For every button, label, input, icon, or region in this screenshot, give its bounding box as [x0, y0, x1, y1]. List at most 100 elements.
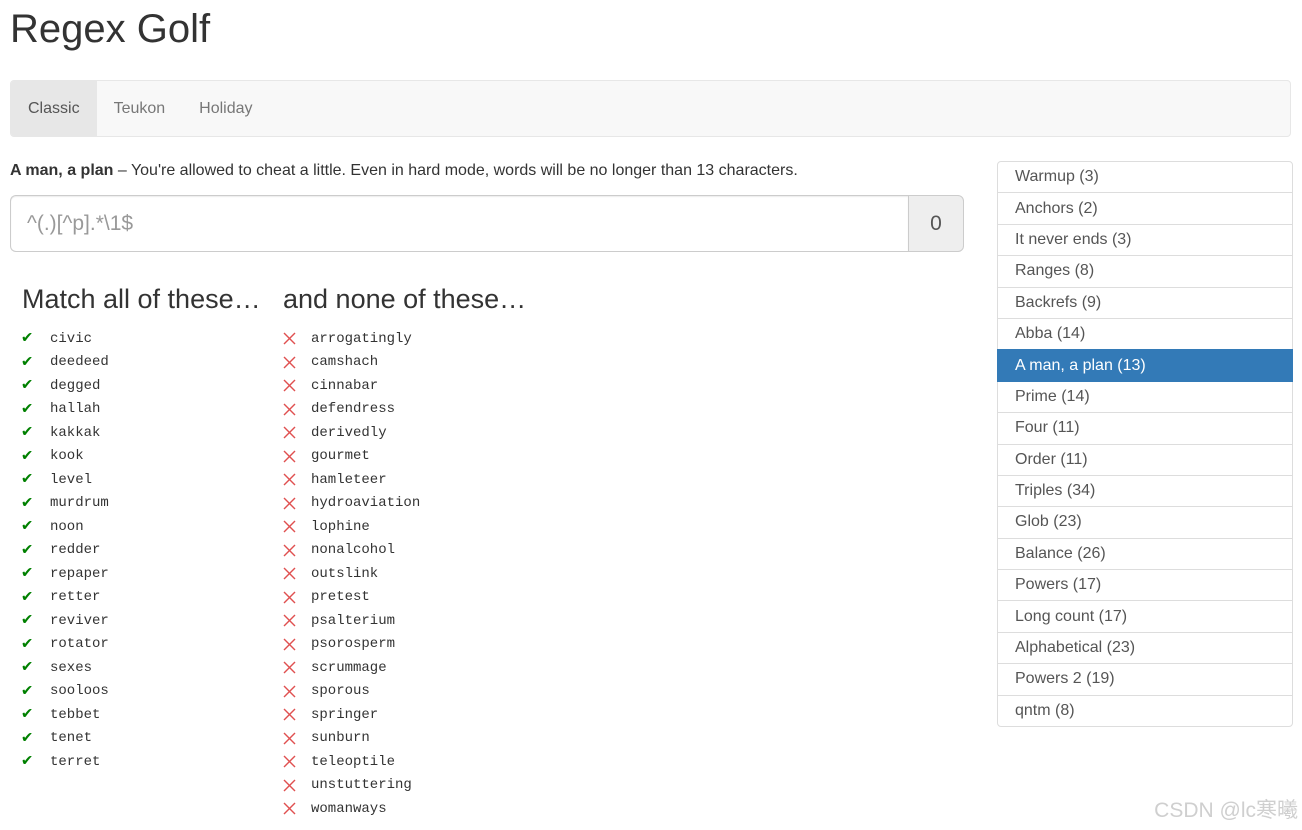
level-item-glob[interactable]: Glob (23) — [997, 506, 1293, 539]
level-item-triples[interactable]: Triples (34) — [997, 474, 1293, 508]
cross-icon — [283, 732, 311, 745]
match-word-list: ✔ civic ✔ deedeed ✔ degged ✔ hallah ✔ kakkak ✔ kook… — [22, 327, 109, 774]
cross-icon — [283, 685, 311, 698]
level-item-a-man-a-plan[interactable]: A man, a plan (13) — [997, 349, 1293, 382]
cross-icon — [283, 755, 311, 768]
check-icon: ✔ — [22, 540, 33, 560]
tab-holiday[interactable]: Holiday — [182, 81, 269, 136]
level-item-prime[interactable]: Prime (14) — [997, 380, 1293, 414]
nonmatch-word-item: camshach — [283, 351, 420, 375]
level-item-backrefs[interactable]: Backrefs (9) — [997, 286, 1293, 319]
level-item-powers-2[interactable]: Powers 2 (19) — [997, 663, 1293, 696]
match-word-item: ✔ murdrum — [22, 492, 109, 516]
nonmatch-word: psalterium — [311, 612, 396, 629]
nonmatch-heading: and none of these… — [283, 284, 527, 314]
nonmatch-word-item: gourmet — [283, 445, 420, 469]
cross-icon — [283, 802, 311, 815]
nonmatch-word: pretest — [311, 589, 370, 606]
puzzle-name: A man, a plan — [10, 162, 114, 179]
cross-icon — [283, 567, 311, 580]
check-icon: ✔ — [22, 493, 33, 513]
nonmatch-word-item: unstuttering — [283, 774, 420, 798]
match-word: kook — [50, 448, 84, 465]
nonmatch-word: hydroaviation — [311, 495, 421, 512]
level-item-abba[interactable]: Abba (14) — [997, 317, 1293, 351]
check-icon: ✔ — [22, 399, 33, 419]
check-icon: ✔ — [22, 470, 33, 490]
level-item-long-count[interactable]: Long count (17) — [997, 600, 1293, 633]
watermark: CSDN @lc寒曦 — [1154, 799, 1298, 822]
check-icon: ✔ — [22, 681, 33, 701]
nonmatch-word-item: sunburn — [283, 727, 420, 751]
match-word: hallah — [50, 401, 101, 418]
page-title: Regex Golf — [10, 7, 211, 51]
check-icon: ✔ — [22, 728, 33, 748]
level-item-anchors[interactable]: Anchors (2) — [997, 192, 1293, 225]
check-icon: ✔ — [22, 376, 33, 396]
nonmatch-word-item: lophine — [283, 515, 420, 539]
match-word: kakkak — [50, 424, 101, 441]
match-word: deedeed — [50, 354, 109, 371]
check-icon: ✔ — [22, 446, 33, 466]
regex-input-group: 0 — [10, 195, 964, 252]
cross-icon — [283, 661, 311, 674]
tab-classic[interactable]: Classic — [11, 81, 97, 136]
cross-icon — [283, 779, 311, 792]
nonmatch-word-item: pretest — [283, 586, 420, 610]
match-word: retter — [50, 589, 101, 606]
nonmatch-word-item: psalterium — [283, 609, 420, 633]
cross-icon — [283, 708, 311, 721]
check-icon: ✔ — [22, 658, 33, 678]
match-word: rotator — [50, 636, 109, 653]
nonmatch-word-item: nonalcohol — [283, 539, 420, 563]
match-word: noon — [50, 518, 84, 535]
match-heading: Match all of these… — [22, 284, 261, 314]
nonmatch-word: defendress — [311, 401, 396, 418]
nonmatch-word-list: arrogatingly camshach cinnabar defendress de… — [283, 327, 420, 821]
level-item-it-never-ends[interactable]: It never ends (3) — [997, 223, 1293, 257]
nonmatch-word: outslink — [311, 565, 379, 582]
nonmatch-word-item: arrogatingly — [283, 327, 420, 351]
match-word: level — [50, 471, 93, 488]
nonmatch-word: unstuttering — [311, 777, 412, 794]
game-mode-navbar: Classic Teukon Holiday — [10, 80, 1291, 137]
match-word: tebbet — [50, 706, 101, 723]
match-word: degged — [50, 377, 101, 394]
nonmatch-word: womanways — [311, 800, 387, 817]
level-item-powers[interactable]: Powers (17) — [997, 569, 1293, 602]
check-icon: ✔ — [22, 352, 33, 372]
regex-input[interactable] — [10, 195, 908, 252]
nonmatch-word: camshach — [311, 354, 379, 371]
level-item-order[interactable]: Order (11) — [997, 443, 1293, 476]
match-word-item: ✔ level — [22, 468, 109, 492]
cross-icon — [283, 497, 311, 510]
match-word-item: ✔ sexes — [22, 656, 109, 680]
nonmatch-word-item: defendress — [283, 398, 420, 422]
level-item-alphabetical[interactable]: Alphabetical (23) — [997, 631, 1293, 665]
level-item-ranges[interactable]: Ranges (8) — [997, 255, 1293, 288]
cross-icon — [283, 332, 311, 345]
nonmatch-word: nonalcohol — [311, 542, 396, 559]
match-word-item: ✔ repaper — [22, 562, 109, 586]
nonmatch-word: lophine — [311, 518, 370, 535]
check-icon: ✔ — [22, 587, 33, 607]
score-display: 0 — [908, 195, 964, 252]
level-item-balance[interactable]: Balance (26) — [997, 537, 1293, 571]
level-item-qntm[interactable]: qntm (8) — [997, 694, 1293, 728]
check-icon: ✔ — [22, 611, 33, 631]
nonmatch-word: sporous — [311, 683, 370, 700]
match-word: reviver — [50, 612, 109, 629]
check-icon: ✔ — [22, 564, 33, 584]
nonmatch-word-item: outslink — [283, 562, 420, 586]
cross-icon — [283, 450, 311, 463]
match-word-item: ✔ tenet — [22, 727, 109, 751]
match-word: sexes — [50, 659, 93, 676]
level-item-warmup[interactable]: Warmup (3) — [997, 161, 1293, 194]
cross-icon — [283, 520, 311, 533]
nonmatch-word-item: womanways — [283, 797, 420, 821]
tab-teukon[interactable]: Teukon — [97, 81, 183, 136]
nonmatch-word: cinnabar — [311, 377, 379, 394]
level-item-four[interactable]: Four (11) — [997, 412, 1293, 445]
match-word-item: ✔ deedeed — [22, 351, 109, 375]
match-word-item: ✔ noon — [22, 515, 109, 539]
